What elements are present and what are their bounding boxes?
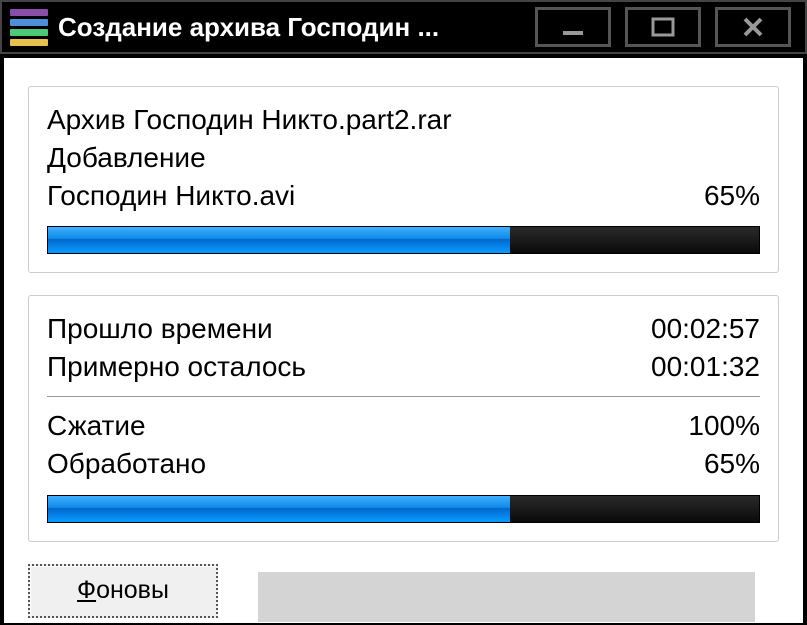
window-title: Создание архива Господин ...: [58, 12, 535, 43]
overlay-panel: [222, 548, 803, 623]
total-progress-bar: [47, 495, 760, 523]
background-button[interactable]: Фоновы: [28, 564, 218, 618]
file-progress-panel: Архив Господин Никто.part2.rar Добавлени…: [28, 86, 779, 273]
window-controls: [535, 7, 791, 47]
file-percent: 65%: [704, 177, 760, 215]
processed-label: Обработано: [47, 445, 206, 483]
current-file: Господин Никто.avi: [47, 177, 295, 215]
minimize-button[interactable]: [535, 7, 611, 47]
close-button[interactable]: [715, 7, 791, 47]
remaining-label: Примерно осталось: [47, 348, 306, 386]
app-icon: [10, 8, 48, 46]
elapsed-value: 00:02:57: [651, 310, 760, 348]
grey-block: [258, 572, 755, 622]
separator: [47, 396, 760, 397]
titlebar: Создание архива Господин ...: [0, 0, 807, 54]
client-area: Архив Господин Никто.part2.rar Добавлени…: [4, 58, 803, 623]
maximize-button[interactable]: [625, 7, 701, 47]
stats-panel: Прошло времени 00:02:57 Примерно осталос…: [28, 295, 779, 541]
remaining-value: 00:01:32: [651, 348, 760, 386]
operation-label: Добавление: [47, 139, 206, 177]
compression-value: 100%: [688, 407, 760, 445]
file-progress-bar: [47, 226, 760, 254]
compression-label: Сжатие: [47, 407, 146, 445]
elapsed-label: Прошло времени: [47, 310, 273, 348]
archive-line: Архив Господин Никто.part2.rar: [47, 101, 452, 139]
processed-value: 65%: [704, 445, 760, 483]
